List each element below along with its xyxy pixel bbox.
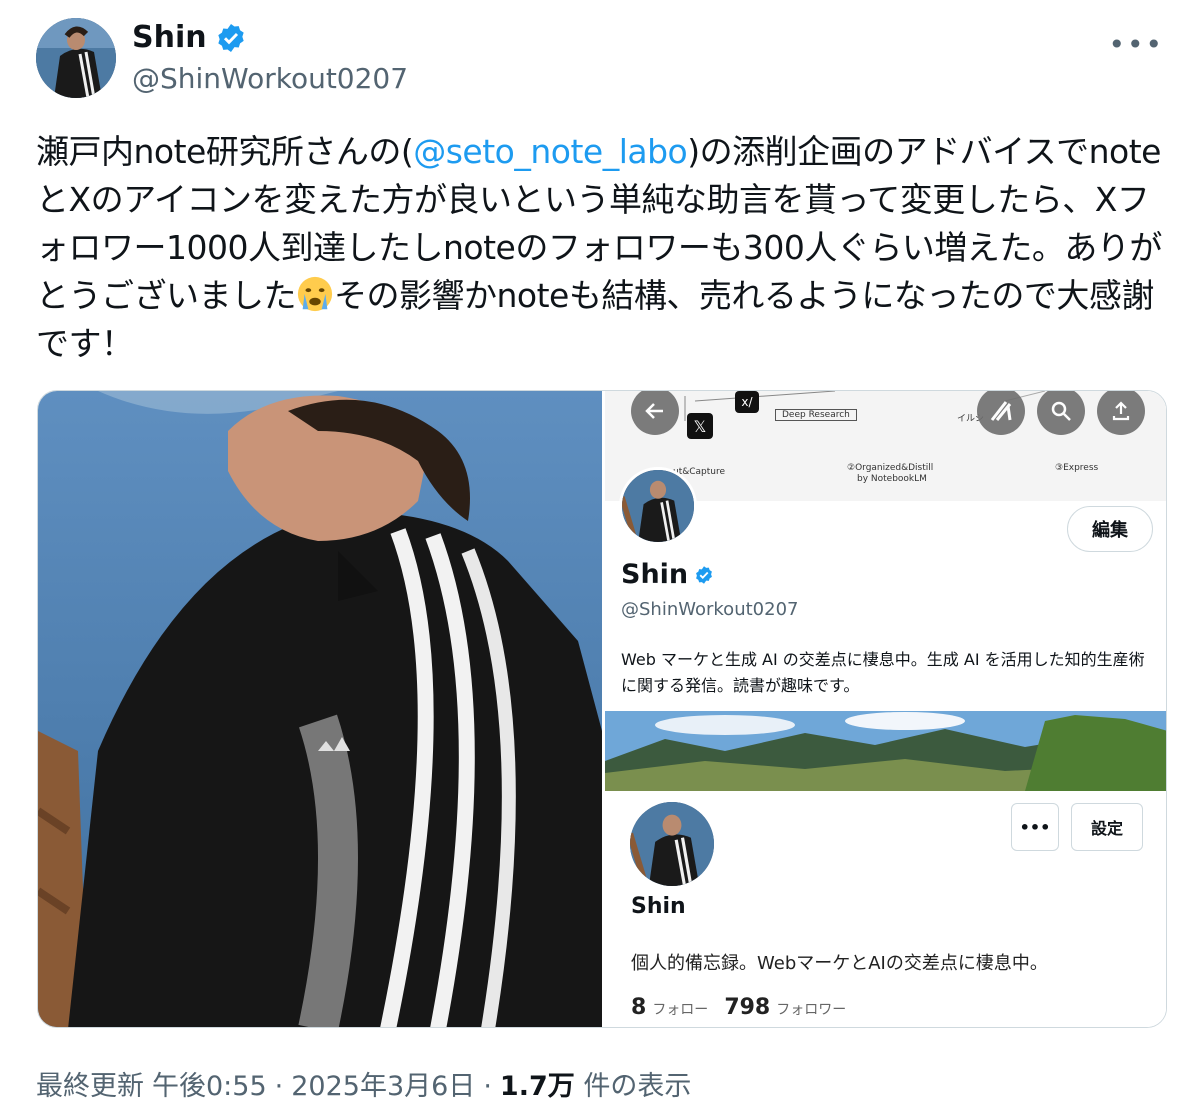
following-count[interactable]: 8 xyxy=(631,995,646,1020)
note-profile-name: Shin xyxy=(631,894,686,919)
crying-face-emoji-icon xyxy=(297,276,333,312)
x-profile-avatar[interactable] xyxy=(619,467,697,545)
author-handle[interactable]: @ShinWorkout0207 xyxy=(132,62,408,95)
verified-badge-icon xyxy=(696,565,713,584)
note-profile-screenshot: ••• 設定 Shin 個人的備忘録。WebマーケとAIの交差点に棲息中。 8 … xyxy=(605,791,1166,1027)
followers-count[interactable]: 798 xyxy=(724,995,770,1020)
x-ai-logo-icon: x/ xyxy=(735,391,759,413)
following-label[interactable]: フォロー xyxy=(652,999,708,1019)
x-profile-screenshot: 𝕏 x/ Deep Research イルシ ut&Capture ②Organ… xyxy=(605,391,1166,711)
x-profile-name-text: Shin xyxy=(621,559,689,590)
mountain-banner-image xyxy=(605,711,1166,791)
note-follow-stats: 8 フォロー 798 フォロワー xyxy=(631,995,846,1020)
tweet-meta: 最終更新 午後0:55 · 2025年3月6日 · 1.7万 件の表示 xyxy=(36,1064,691,1103)
author-name[interactable]: Shin xyxy=(132,20,247,55)
views-label[interactable]: 件の表示 xyxy=(583,1071,691,1102)
followers-label[interactable]: フォロワー xyxy=(776,999,846,1019)
x-profile-name: Shin xyxy=(621,559,714,590)
verified-badge-icon xyxy=(217,23,244,52)
edit-profile-button[interactable]: 編集 xyxy=(1067,506,1153,552)
more-options-icon[interactable]: ••• xyxy=(1108,28,1164,61)
x-logo-icon: 𝕏 xyxy=(687,413,713,439)
organized-label: ②Organized&Distill xyxy=(847,463,934,473)
note-more-button[interactable]: ••• xyxy=(1011,803,1059,851)
view-count[interactable]: 1.7万 xyxy=(500,1071,575,1102)
mention-link[interactable]: @seto_note_labo xyxy=(413,132,688,171)
profile-screenshots[interactable]: 𝕏 x/ Deep Research イルシ ut&Capture ②Organ… xyxy=(605,391,1166,1027)
media-grid[interactable]: 𝕏 x/ Deep Research イルシ ut&Capture ②Organ… xyxy=(37,390,1167,1028)
meta-separator: · xyxy=(483,1071,492,1102)
note-settings-button[interactable]: 設定 xyxy=(1071,803,1143,851)
tweet-text-part: 瀬戸内note研究所さんの( xyxy=(36,132,414,171)
updated-label[interactable]: 最終更新 xyxy=(36,1064,144,1103)
photo-man-in-track-jacket[interactable] xyxy=(38,391,602,1027)
author-name-text[interactable]: Shin xyxy=(132,20,207,55)
note-profile-avatar[interactable] xyxy=(627,799,717,889)
tweet-date[interactable]: 2025年3月6日 xyxy=(291,1064,475,1103)
tweet-time[interactable]: 午後0:55 xyxy=(152,1064,267,1103)
tweet: Shin @ShinWorkout0207 ••• 瀬戸内note研究所さんの(… xyxy=(0,0,1194,1106)
notebook-label: by NotebookLM xyxy=(857,474,927,484)
meta-separator: · xyxy=(274,1071,284,1102)
note-profile-bio: 個人的備忘録。WebマーケとAIの交差点に棲息中。 xyxy=(631,953,1048,974)
author-avatar[interactable] xyxy=(36,18,116,98)
deep-research-label: Deep Research xyxy=(775,409,857,421)
tweet-text: 瀬戸内note研究所さんの(@seto_note_labo)の添削企画のアドバイ… xyxy=(36,128,1166,368)
x-profile-handle: @ShinWorkout0207 xyxy=(621,599,799,620)
express-label: ③Express xyxy=(1055,463,1099,473)
x-profile-bio: Web マーケと生成 AI の交差点に棲息中。生成 AI を活用した知的生産術に… xyxy=(621,650,1145,695)
